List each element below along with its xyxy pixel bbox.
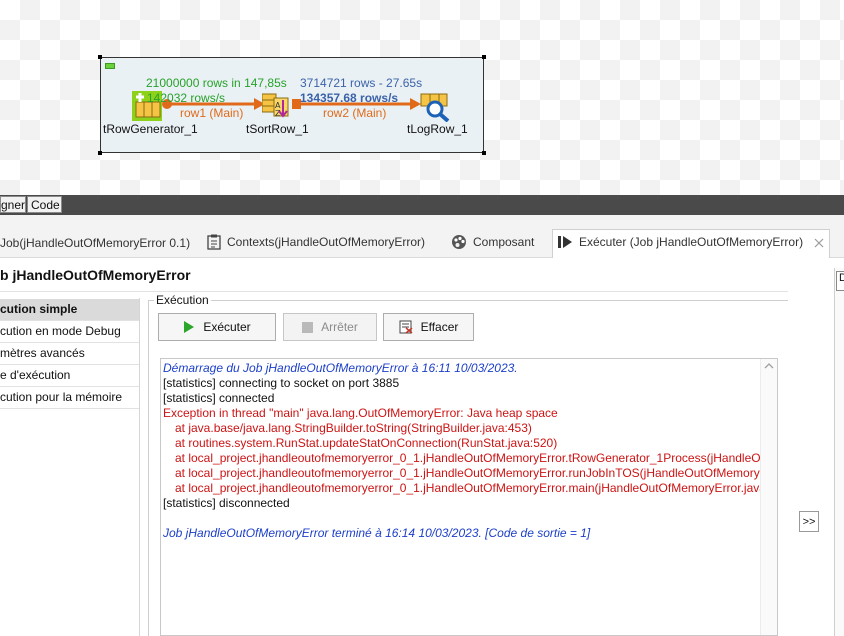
page-title: b jHandleOutOfMemoryError	[0, 267, 191, 283]
run-button[interactable]: Exécuter	[158, 313, 276, 341]
console-line: Job jHandleOutOfMemoryError terminé à 16…	[163, 526, 591, 540]
tab-contexts[interactable]: Contexts(jHandleOutOfMemoryError)	[207, 234, 425, 250]
row1-label[interactable]: row1 (Main)	[180, 106, 243, 120]
menu-item-basic-run[interactable]: cution simple	[0, 299, 139, 321]
tsortrow-icon[interactable]: A Z	[261, 90, 292, 120]
stop-icon	[302, 321, 314, 333]
editor-tab-bar	[0, 195, 844, 215]
console-line: [statistics] connecting to socket on por…	[163, 376, 400, 390]
execution-group-label: Exécution	[154, 293, 211, 307]
right-side-panel	[834, 268, 844, 636]
row1-stat-rate: 142032 rows/s	[147, 91, 226, 105]
run-button-label: Exécuter	[203, 320, 251, 334]
console-line: at routines.system.RunStat.updateStatOnC…	[175, 436, 558, 450]
tab-code[interactable]: Code	[27, 196, 62, 213]
console-line: Démarrage du Job jHandleOutOfMemoryError…	[163, 361, 518, 375]
tlogrow-icon[interactable]	[420, 92, 452, 123]
menu-item-advanced-settings[interactable]: mètres avancés	[0, 343, 139, 365]
title-divider	[0, 291, 788, 292]
close-tab-icon[interactable]	[813, 237, 825, 249]
scroll-up-icon[interactable]	[761, 359, 777, 373]
contexts-icon	[207, 234, 221, 250]
component-label-tsortrow[interactable]: tSortRow_1	[246, 122, 309, 136]
console-output[interactable]: Démarrage du Job jHandleOutOfMemoryError…	[160, 358, 778, 636]
clear-button-label: Effacer	[420, 320, 459, 334]
console-line: [statistics] connected	[163, 391, 275, 405]
tab-run-label: Exécuter (Job jHandleOutOfMemoryError)	[579, 235, 804, 249]
play-icon	[183, 321, 195, 333]
row2-label[interactable]: row2 (Main)	[323, 106, 386, 120]
menu-divider	[139, 298, 140, 636]
right-panel-field[interactable]: D	[836, 271, 844, 291]
clear-button[interactable]: Effacer	[383, 313, 474, 341]
console-line: at local_project.jhandleoutofmemoryerror…	[175, 451, 777, 465]
row2-stat-rate: 134357.68 rows/s	[300, 91, 399, 105]
tab-contexts-label: Contexts(jHandleOutOfMemoryError)	[227, 235, 426, 249]
tab-run[interactable]: Exécuter (Job jHandleOutOfMemoryError)	[557, 234, 803, 250]
component-label-trowgenerator[interactable]: tRowGenerator_1	[103, 122, 198, 136]
row2-stat-rows: 3714721 rows - 27.65s	[300, 76, 423, 90]
row1-stat-rows: 21000000 rows in 147,85s	[146, 76, 287, 90]
console-scrollbar[interactable]	[760, 359, 777, 635]
console-line: at local_project.jhandleoutofmemoryerror…	[175, 466, 778, 480]
console-line: at local_project.jhandleoutofmemoryerror…	[175, 481, 770, 495]
console-line: Exception in thread "main" java.lang.Out…	[163, 406, 558, 420]
run-view-icon	[557, 234, 573, 250]
expand-panel-button[interactable]: >>	[799, 511, 819, 532]
clear-console-icon	[399, 320, 413, 334]
component-label-tlogrow[interactable]: tLogRow_1	[407, 122, 468, 136]
console-line: [statistics] disconnected	[163, 496, 290, 510]
tab-job-label: Job(jHandleOutOfMemoryError 0.1)	[0, 236, 191, 250]
menu-item-debug-run[interactable]: cution en mode Debug	[0, 321, 139, 343]
menu-item-target-exec[interactable]: e d'exécution	[0, 365, 139, 387]
palette-icon	[451, 234, 467, 250]
menu-item-memory-run[interactable]: cution pour la mémoire	[0, 387, 139, 409]
tab-component-label: Composant	[473, 235, 535, 249]
console-line: at java.base/java.lang.StringBuilder.toS…	[175, 421, 532, 435]
stop-button-label: Arrêter	[321, 320, 358, 334]
tab-designer[interactable]: gner	[0, 196, 26, 213]
tab-component[interactable]: Composant	[451, 234, 534, 250]
stop-button[interactable]: Arrêter	[283, 313, 377, 341]
tab-job[interactable]: Job(jHandleOutOfMemoryError 0.1)	[0, 236, 190, 250]
